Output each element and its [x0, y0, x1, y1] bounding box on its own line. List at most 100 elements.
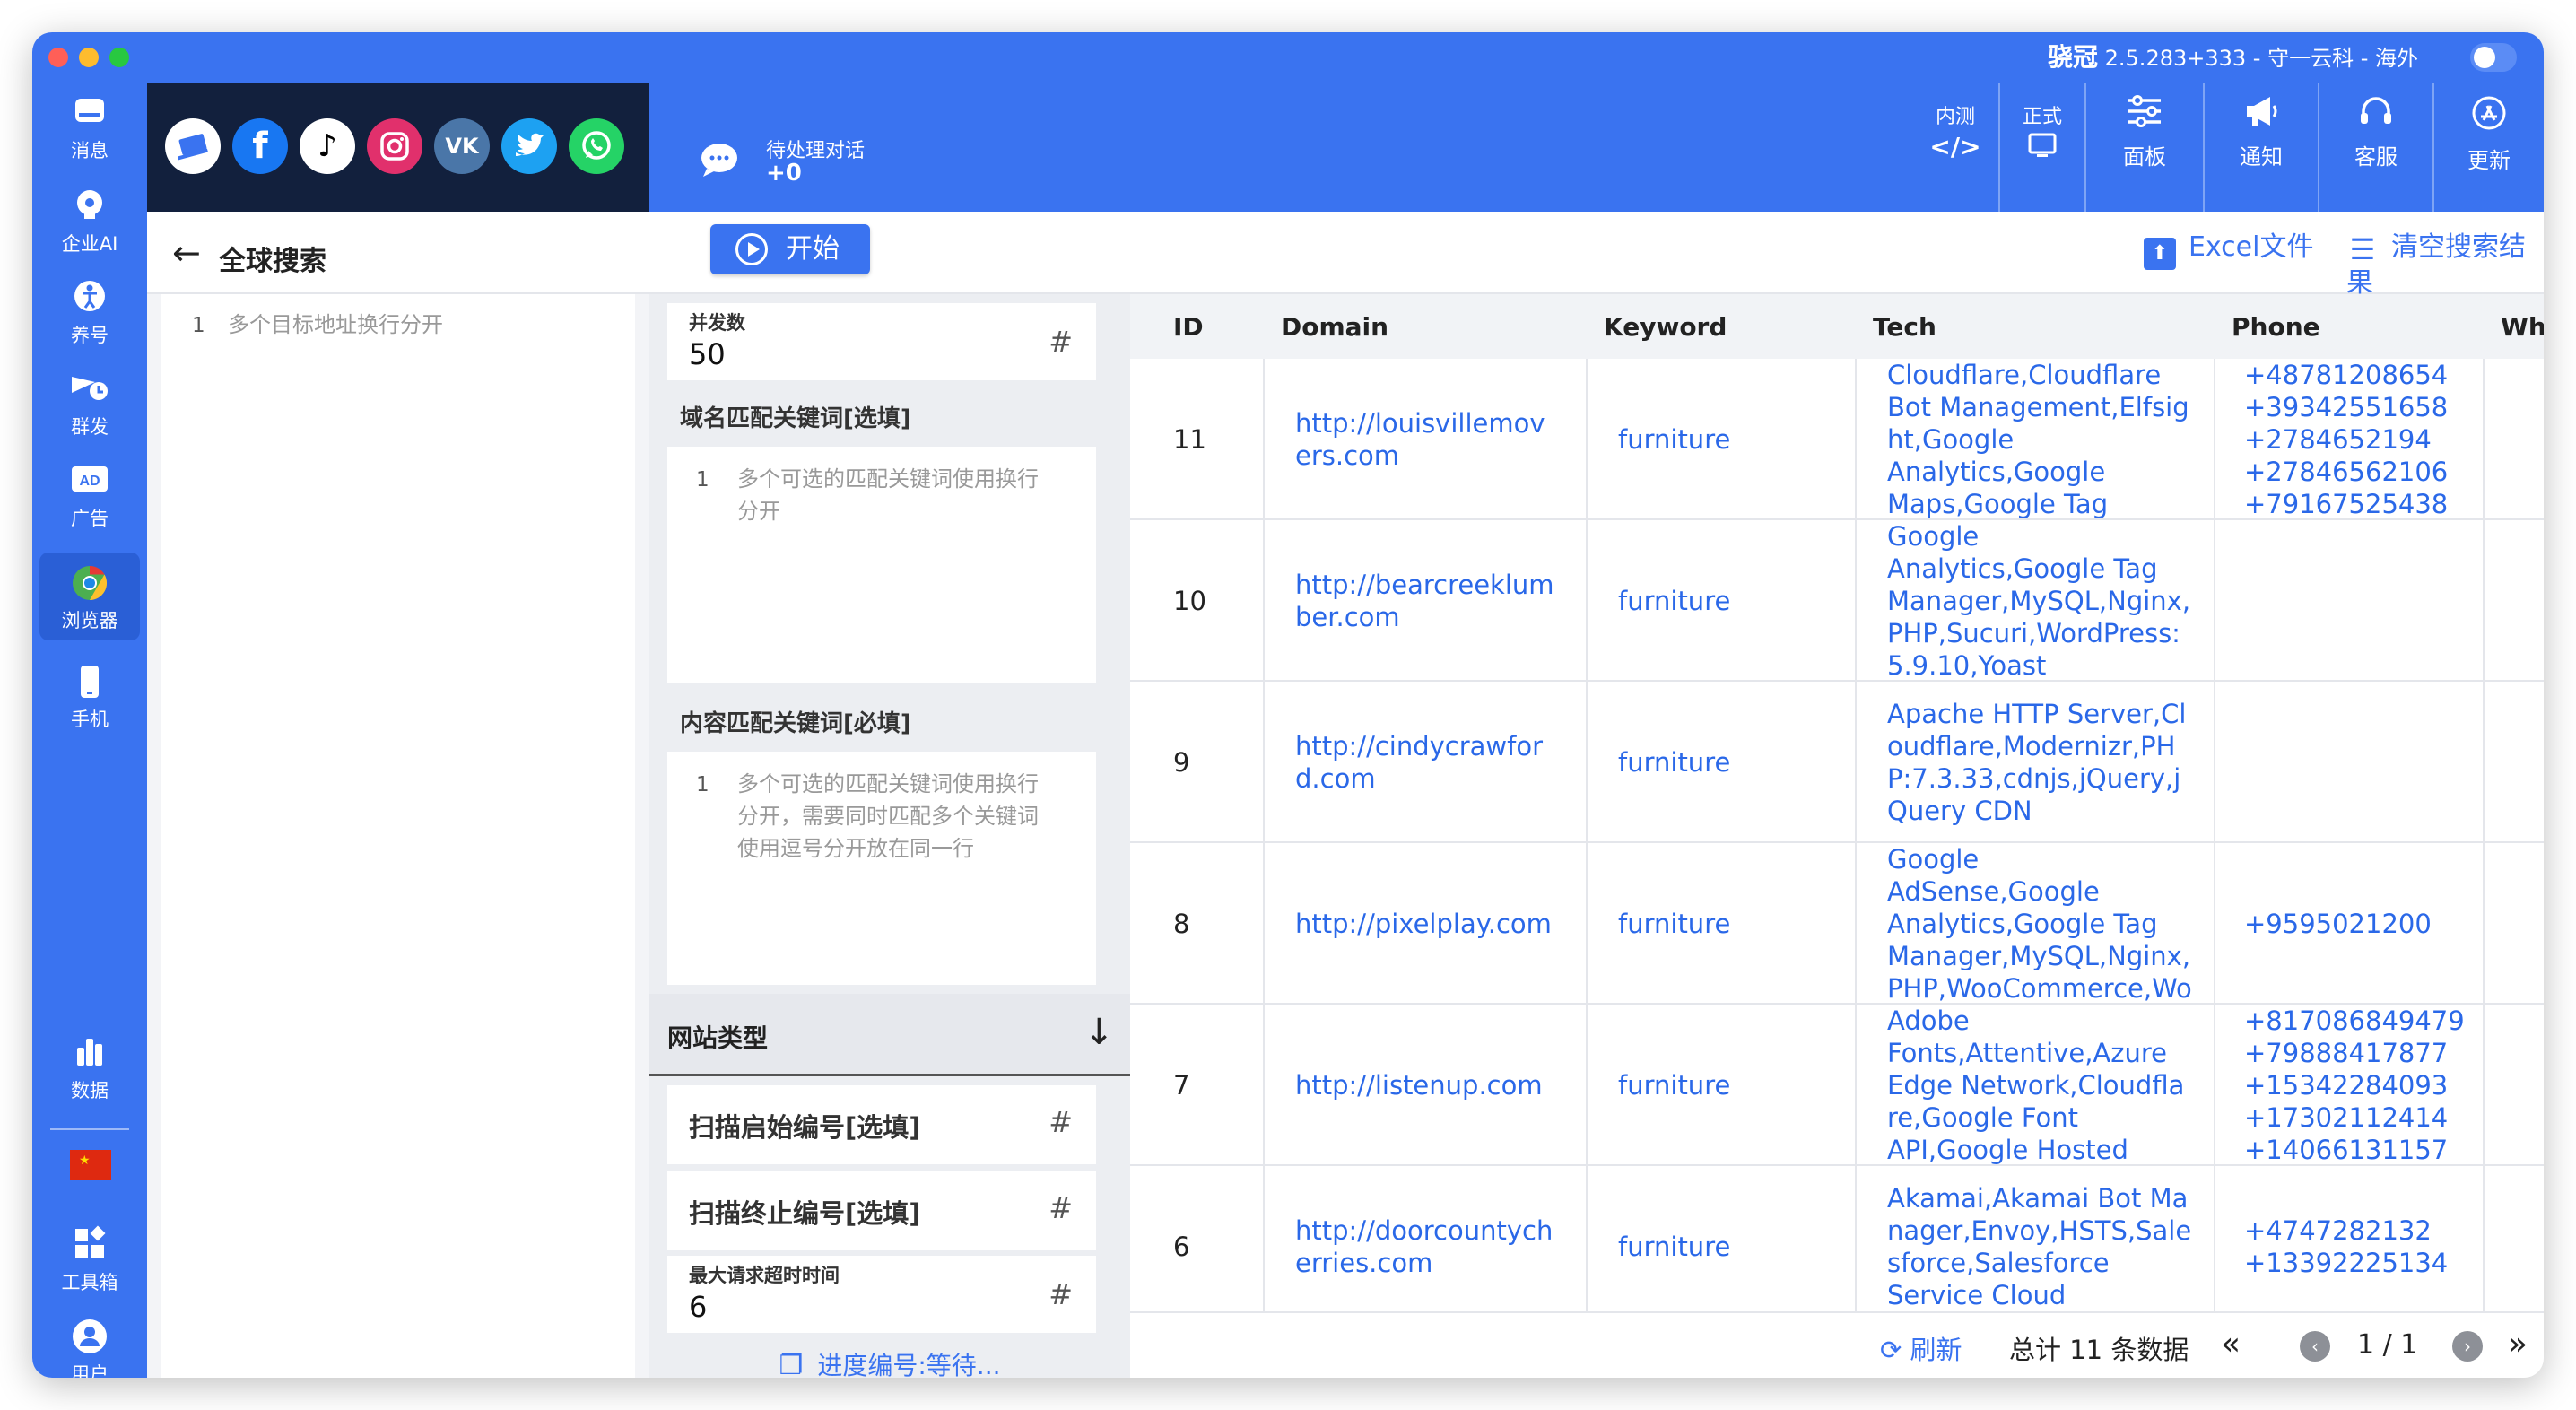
timeout-field[interactable]: 最大请求超时时间 6 # — [667, 1256, 1096, 1333]
tech-stack-cell[interactable]: Google AdSense,Google Analytics,Google Tag… — [1887, 843, 2192, 1005]
sidebar-item-messages[interactable]: 消息 — [39, 83, 140, 170]
sidebar-item-account-nurture[interactable]: 养号 — [39, 267, 140, 355]
sidebar-item-ads[interactable]: AD 广告 — [39, 450, 140, 538]
theme-toggle[interactable] — [2470, 43, 2517, 72]
phone-number[interactable]: +79888417877 — [2244, 1037, 2448, 1069]
tech-stack-cell[interactable]: Apache HTTP Server,Cl oudflare,Modernizr,… — [1887, 682, 2192, 843]
table-row[interactable]: 6 http://doorcountycherries.com furniture A… — [1130, 1166, 2544, 1327]
phone-cell[interactable] — [2244, 682, 2459, 843]
previous-page-button[interactable]: ‹ — [2300, 1331, 2330, 1362]
table-row[interactable]: 10 http://bearcreeklumber.com furniture Goo… — [1130, 520, 2544, 682]
keyword-link[interactable]: furniture — [1618, 1005, 1730, 1166]
content-keyword-input[interactable]: 1 多个可选的匹配关键词使用换行 分开，需要同时匹配多个关键词 使用逗号分开放在… — [667, 752, 1096, 985]
domain-link[interactable]: http://pixelplay.com — [1295, 843, 1555, 1005]
refresh-button[interactable]: ⟳ 刷新 — [1880, 1329, 1962, 1367]
last-page-icon[interactable]: » — [2508, 1326, 2528, 1362]
phone-cell[interactable]: +817086849479 +79888417877 +15342284093 +17… — [2244, 1005, 2465, 1166]
tech-line: Query CDN — [1887, 796, 2032, 826]
phone-cell[interactable]: +9595021200 — [2244, 843, 2459, 1005]
facebook-icon[interactable]: f — [232, 118, 288, 174]
start-button[interactable]: 开始 — [710, 224, 870, 274]
figure-icon — [70, 278, 109, 318]
sidebar-item-toolbox[interactable]: 工具箱 — [39, 1214, 140, 1302]
keyword-link[interactable]: furniture — [1618, 520, 1730, 682]
phone-number[interactable]: +39342551658 — [2244, 391, 2448, 423]
column-header-id[interactable]: ID — [1173, 312, 1204, 342]
keyword-link[interactable]: furniture — [1618, 843, 1730, 1005]
internal-test-button[interactable]: 内测 </> — [1912, 83, 1998, 212]
sidebar-item-phone[interactable]: 手机 — [39, 651, 140, 739]
tech-line: P:7.3.33,cdnjs,jQuery,j — [1887, 763, 2181, 794]
row-id: 9 — [1173, 747, 1190, 778]
target-address-input[interactable]: 1 多个目标地址换行分开 — [161, 294, 635, 1378]
tech-stack-cell[interactable]: Akamai,Akamai Bot Ma nager,Envoy,HSTS,Sal… — [1887, 1166, 2192, 1327]
back-arrow-icon[interactable]: ← — [172, 233, 201, 273]
laptop-app-icon[interactable] — [165, 118, 221, 174]
customer-service-button[interactable]: 客服 — [2318, 83, 2432, 212]
twitter-icon[interactable] — [501, 118, 557, 174]
panel-button[interactable]: 面板 — [2084, 83, 2203, 212]
sidebar-item-user[interactable]: 用户 — [39, 1306, 140, 1378]
domain-link[interactable]: http://doorcountycherries.com — [1295, 1166, 1555, 1327]
phone-number[interactable]: +27846562106 — [2244, 456, 2448, 488]
phone-cell[interactable]: +48781208654 +39342551658 +2784652194 +2784… — [2244, 359, 2459, 520]
sidebar-item-mass-send[interactable]: 群发 — [39, 359, 140, 447]
phone-number[interactable]: +15342284093 — [2244, 1069, 2448, 1101]
close-window-button[interactable] — [48, 48, 68, 67]
phone-number[interactable]: +48781208654 — [2244, 359, 2448, 391]
scan-end-field[interactable]: 扫描终止编号[选填] # — [667, 1171, 1096, 1250]
sidebar-item-enterprise-ai[interactable]: 企业AI — [39, 176, 140, 264]
tiktok-icon[interactable]: ♪ — [300, 118, 355, 174]
table-row[interactable]: 7 http://listenup.com furniture Adobe Fonts,… — [1130, 1005, 2544, 1166]
tech-stack-cell[interactable]: Cloudflare,Cloudflare Bot Management,Elfs… — [1887, 359, 2192, 520]
whatsapp-icon[interactable] — [569, 118, 624, 174]
sidebar-item-browser[interactable]: 浏览器 — [39, 553, 140, 640]
excel-export-button[interactable]: ⬆ Excel文件 — [2144, 230, 2313, 270]
phone-number[interactable]: +14066131157 — [2244, 1134, 2448, 1166]
phone-number[interactable]: +13392225134 — [2244, 1247, 2448, 1279]
domain-keyword-input[interactable]: 1 多个可选的匹配关键词使用换行 分开 — [667, 447, 1096, 683]
tech-stack-cell[interactable]: Adobe Fonts,Attentive,Azure Edge Network,C… — [1887, 1005, 2192, 1166]
keyword-link[interactable]: furniture — [1618, 682, 1730, 843]
concurrency-field[interactable]: 并发数 50 # — [667, 303, 1096, 380]
phone-number[interactable]: +9595021200 — [2244, 908, 2432, 940]
language-flag-china[interactable]: ★ — [39, 1139, 140, 1202]
site-type-dropdown[interactable]: 网站类型 ↓ — [649, 994, 1130, 1076]
ad-icon: AD — [70, 461, 109, 500]
phone-number[interactable]: +817086849479 — [2244, 1005, 2465, 1037]
phone-number[interactable]: +4747282132 — [2244, 1214, 2432, 1247]
column-header-keyword[interactable]: Keyword — [1604, 312, 1727, 342]
clear-results-button[interactable]: ☰ 清空搜索结果 — [2346, 230, 2544, 301]
notifications-button[interactable]: 通知 — [2203, 83, 2318, 212]
column-header-tech[interactable]: Tech — [1873, 312, 1936, 342]
update-button[interactable]: 更新 — [2432, 83, 2544, 212]
minimize-window-button[interactable] — [79, 48, 99, 67]
table-row[interactable]: 9 http://cindycrawford.com furniture Apache… — [1130, 682, 2544, 843]
column-header-domain[interactable]: Domain — [1281, 312, 1388, 342]
keyword-link[interactable]: furniture — [1618, 1166, 1730, 1327]
table-row[interactable]: 8 http://pixelplay.com furniture Google AdSe… — [1130, 843, 2544, 1005]
phone-number[interactable]: +79167525438 — [2244, 488, 2448, 520]
instagram-icon[interactable] — [367, 118, 422, 174]
column-header-whats[interactable]: Whats — [2501, 312, 2544, 342]
sidebar-item-data[interactable]: 数据 — [39, 1023, 140, 1110]
phone-cell[interactable] — [2244, 520, 2459, 682]
phone-number[interactable]: +2784652194 — [2244, 423, 2432, 456]
phone-number[interactable]: +17302112414 — [2244, 1101, 2448, 1134]
zoom-window-button[interactable] — [109, 48, 129, 67]
domain-link[interactable]: http://listenup.com — [1295, 1005, 1555, 1166]
scan-start-field[interactable]: 扫描启始编号[选填] # — [667, 1085, 1096, 1164]
domain-link[interactable]: http://bearcreeklumber.com — [1295, 520, 1555, 682]
first-page-icon[interactable]: « — [2221, 1326, 2241, 1362]
vk-icon[interactable]: VK — [434, 118, 490, 174]
domain-link[interactable]: http://cindycrawford.com — [1295, 682, 1555, 843]
tech-stack-cell[interactable]: Google Analytics,Google Tag Manager,MySQL,… — [1887, 520, 2192, 682]
column-header-phone[interactable]: Phone — [2232, 312, 2320, 342]
table-row[interactable]: 11 http://louisvillemovers.com furniture Cl… — [1130, 359, 2544, 520]
domain-link[interactable]: http://louisvillemovers.com — [1295, 359, 1555, 520]
production-button[interactable]: 正式 — [1998, 83, 2084, 212]
keyword-link[interactable]: furniture — [1618, 359, 1730, 520]
next-page-button[interactable]: › — [2452, 1331, 2483, 1362]
chat-bubble-icon[interactable] — [698, 140, 741, 188]
phone-cell[interactable]: +4747282132 +13392225134 — [2244, 1166, 2459, 1327]
